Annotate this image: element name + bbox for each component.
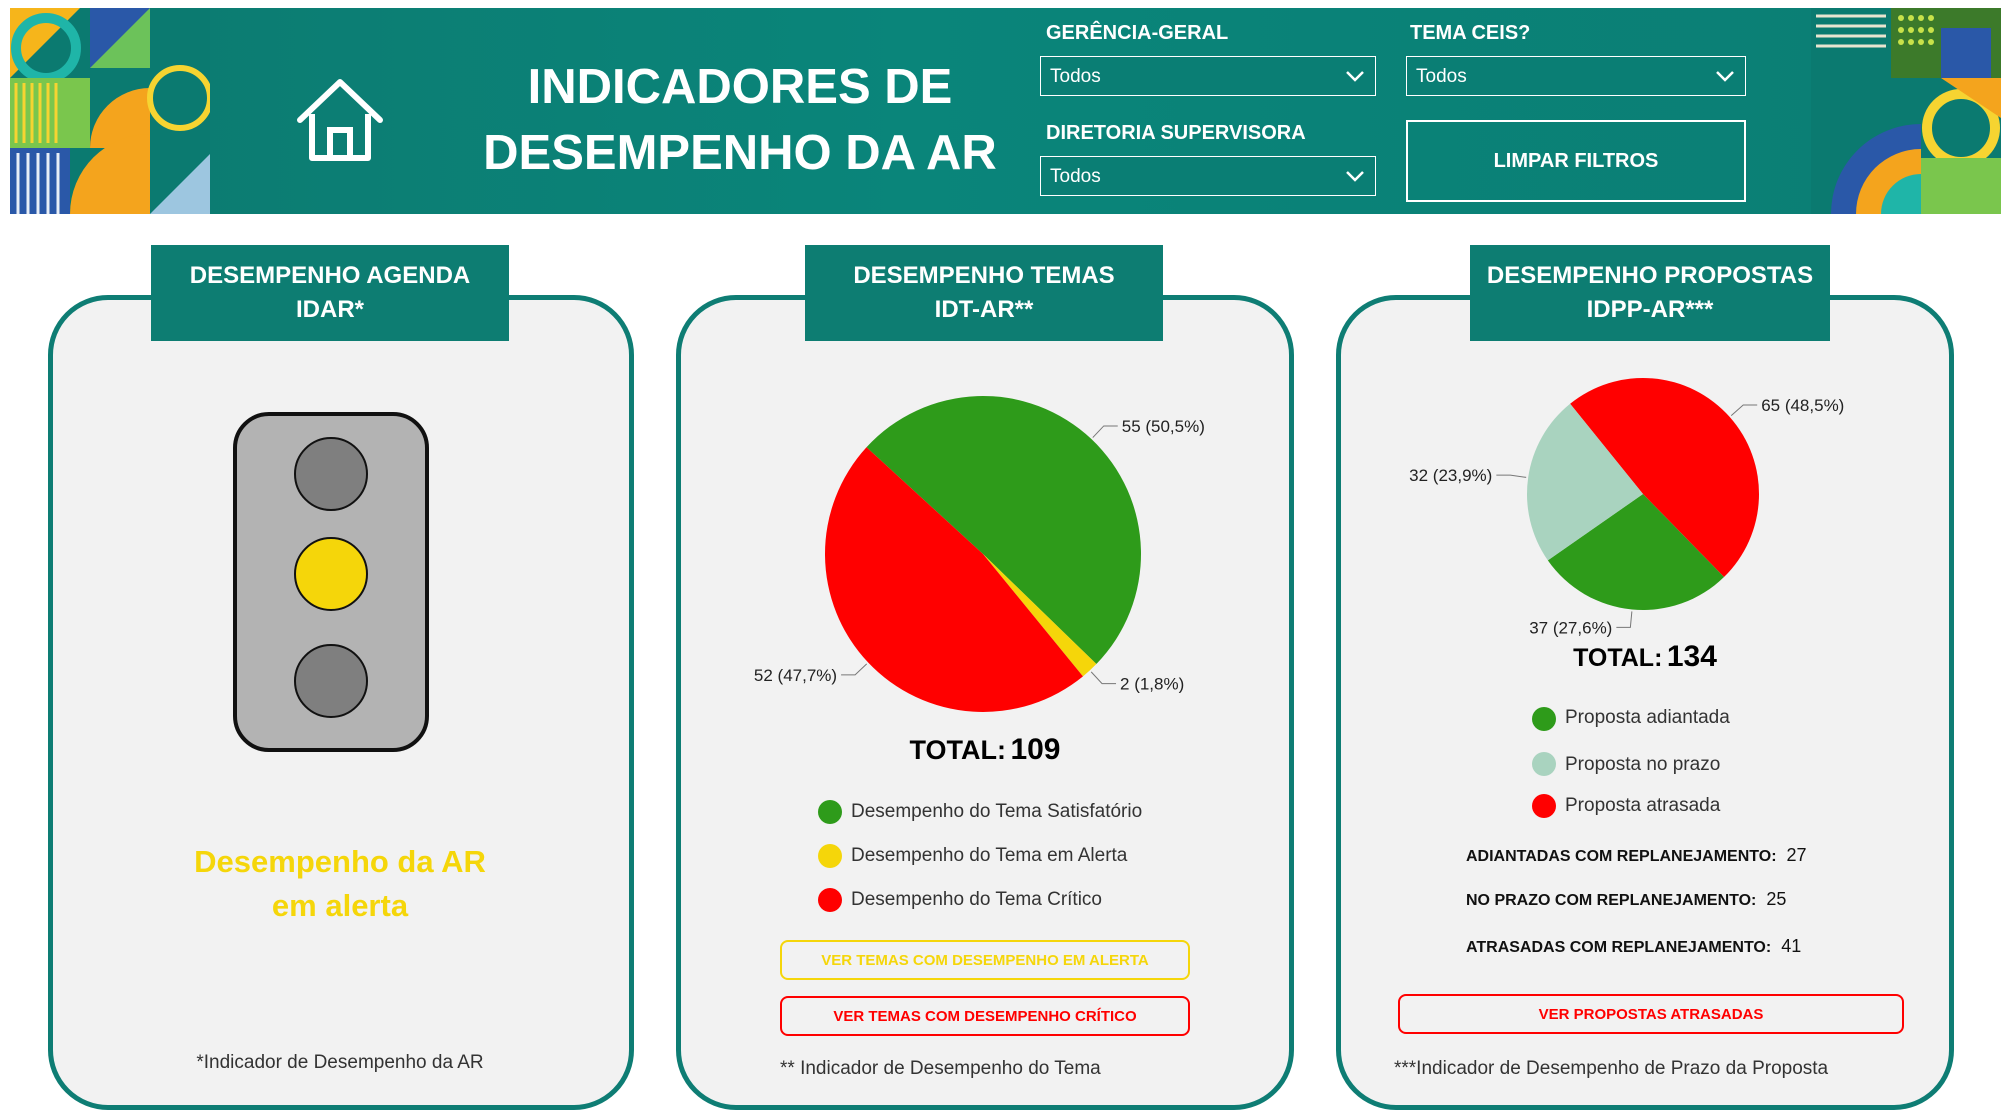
traffic-light-middle <box>294 537 368 611</box>
chevron-down-icon <box>1346 71 1364 82</box>
agenda-status-line1: Desempenho da AR <box>194 844 486 879</box>
ver-temas-alerta-button[interactable]: VER TEMAS COM DESEMPENHO EM ALERTA <box>780 940 1190 980</box>
agenda-panel-title: DESEMPENHO AGENDA IDAR* <box>151 245 509 341</box>
traffic-light-top <box>294 437 368 511</box>
temas-panel-title: DESEMPENHO TEMAS IDT-AR** <box>805 245 1163 341</box>
legend-label-atrasada: Proposta atrasada <box>1565 795 1721 816</box>
propostas-total-value: 134 <box>1666 640 1717 673</box>
propostas-total-label: TOTAL: <box>1573 644 1663 672</box>
diretoria-supervisora-value: Todos <box>1050 166 1101 187</box>
propostas-pie-chart: 65 (48,5%) 37 (27,6%) 32 (23,9%) <box>1409 378 1844 637</box>
propostas-total: TOTAL: 134 <box>1336 640 1954 674</box>
pie-leader-line <box>1090 671 1117 685</box>
agenda-title-line1: DESEMPENHO AGENDA <box>189 262 471 289</box>
temas-title-line1: DESEMPENHO TEMAS <box>853 262 1115 289</box>
legend-dot-adiantada <box>1532 707 1556 731</box>
temas-footnote: ** Indicador de Desempenho do Tema <box>780 1058 1101 1079</box>
pie-data-label: 37 (27,6%) <box>1529 618 1612 637</box>
home-icon <box>297 79 383 161</box>
stat-no-prazo-value: 25 <box>1766 889 1787 909</box>
agenda-footnote: *Indicador de Desempenho da AR <box>196 1052 484 1073</box>
agenda-title-line2: IDAR* <box>295 296 364 323</box>
pie-data-label: 55 (50,5%) <box>1122 417 1205 436</box>
page-title-line1: INDICADORES DE <box>527 60 953 114</box>
pie-leader-line <box>1730 404 1758 417</box>
legend-label-no-prazo: Proposta no prazo <box>1565 754 1721 775</box>
stat-no-prazo-label: NO PRAZO COM REPLANEJAMENTO: <box>1466 892 1757 909</box>
decorative-pattern-right <box>1811 8 2001 214</box>
pie-leader-line <box>1616 611 1633 628</box>
stat-atrasadas-replanejamento: ATRASADAS COM REPLANEJAMENTO: 41 <box>1466 936 1801 957</box>
stat-atrasadas-value: 41 <box>1781 936 1802 956</box>
traffic-light-bottom <box>294 644 368 718</box>
pie-leader-line <box>841 663 868 676</box>
propostas-panel-title: DESEMPENHO PROPOSTAS IDPP-AR*** <box>1470 245 1830 341</box>
gerencia-geral-label: GERÊNCIA-GERAL <box>1046 22 1229 44</box>
gerencia-geral-select[interactable]: Todos <box>1040 56 1376 96</box>
gerencia-geral-value: Todos <box>1050 66 1101 87</box>
diretoria-supervisora-label: DIRETORIA SUPERVISORA <box>1046 122 1306 144</box>
ver-propostas-atrasadas-button[interactable]: VER PROPOSTAS ATRASADAS <box>1398 994 1904 1034</box>
stat-adiantadas-replanejamento: ADIANTADAS COM REPLANEJAMENTO: 27 <box>1466 845 1807 866</box>
chevron-down-icon <box>1716 71 1734 82</box>
stat-adiantadas-label: ADIANTADAS COM REPLANEJAMENTO: <box>1466 848 1777 865</box>
pie-leader-line <box>1092 425 1118 438</box>
home-button[interactable] <box>292 72 388 168</box>
stat-no-prazo-replanejamento: NO PRAZO COM REPLANEJAMENTO: 25 <box>1466 889 1786 910</box>
pie-data-label: 2 (1,8%) <box>1120 675 1184 694</box>
legend-label-alerta: Desempenho do Tema em Alerta <box>851 845 1128 866</box>
temas-total-label: TOTAL: <box>909 735 1006 765</box>
legend-label-satisfatorio: Desempenho do Tema Satisfatório <box>851 801 1143 822</box>
stat-adiantadas-value: 27 <box>1786 845 1807 865</box>
page-title: INDICADORES DE DESEMPENHO DA AR <box>470 54 1010 186</box>
page-title-line2: DESEMPENHO DA AR <box>483 126 997 180</box>
pie-leader-line <box>1496 474 1527 478</box>
legend-label-adiantada: Proposta adiantada <box>1565 707 1730 728</box>
propostas-title-line2: IDPP-AR*** <box>1586 296 1714 323</box>
legend-dot-atrasada <box>1532 794 1556 818</box>
legend-dot-alerta <box>818 844 842 868</box>
agenda-status-text: Desempenho da AR em alerta <box>100 840 580 928</box>
temas-pie-chart: 55 (50,5%) 2 (1,8%) 52 (47,7%) <box>754 396 1205 712</box>
chevron-down-icon <box>1346 171 1364 182</box>
diretoria-supervisora-select[interactable]: Todos <box>1040 156 1376 196</box>
pie-data-label: 65 (48,5%) <box>1761 396 1844 415</box>
traffic-light <box>233 412 429 752</box>
pie-data-label: 52 (47,7%) <box>754 666 837 685</box>
header-banner: INDICADORES DE DESEMPENHO DA AR GERÊNCIA… <box>10 8 2001 214</box>
legend-label-critico: Desempenho do Tema Crítico <box>851 889 1102 910</box>
clear-filters-button[interactable]: LIMPAR FILTROS <box>1406 120 1746 202</box>
ver-temas-critico-button[interactable]: VER TEMAS COM DESEMPENHO CRÍTICO <box>780 996 1190 1036</box>
pie-data-label: 32 (23,9%) <box>1409 466 1492 485</box>
temas-title-line2: IDT-AR** <box>934 296 1034 323</box>
stat-atrasadas-label: ATRASADAS COM REPLANEJAMENTO: <box>1466 939 1772 956</box>
decorative-pattern-left <box>10 8 210 214</box>
legend-dot-critico <box>818 888 842 912</box>
legend-dot-no-prazo <box>1532 752 1556 776</box>
temas-total: TOTAL: 109 <box>676 733 1294 767</box>
tema-ceis-value: Todos <box>1416 66 1467 87</box>
propostas-footnote: ***Indicador de Desempenho de Prazo da P… <box>1394 1058 1829 1079</box>
propostas-title-line1: DESEMPENHO PROPOSTAS <box>1486 262 1814 289</box>
agenda-status-line2: em alerta <box>271 888 409 923</box>
tema-ceis-select[interactable]: Todos <box>1406 56 1746 96</box>
temas-total-value: 109 <box>1010 733 1061 766</box>
tema-ceis-label: TEMA CEIS? <box>1410 22 1531 44</box>
legend-dot-satisfatorio <box>818 800 842 824</box>
